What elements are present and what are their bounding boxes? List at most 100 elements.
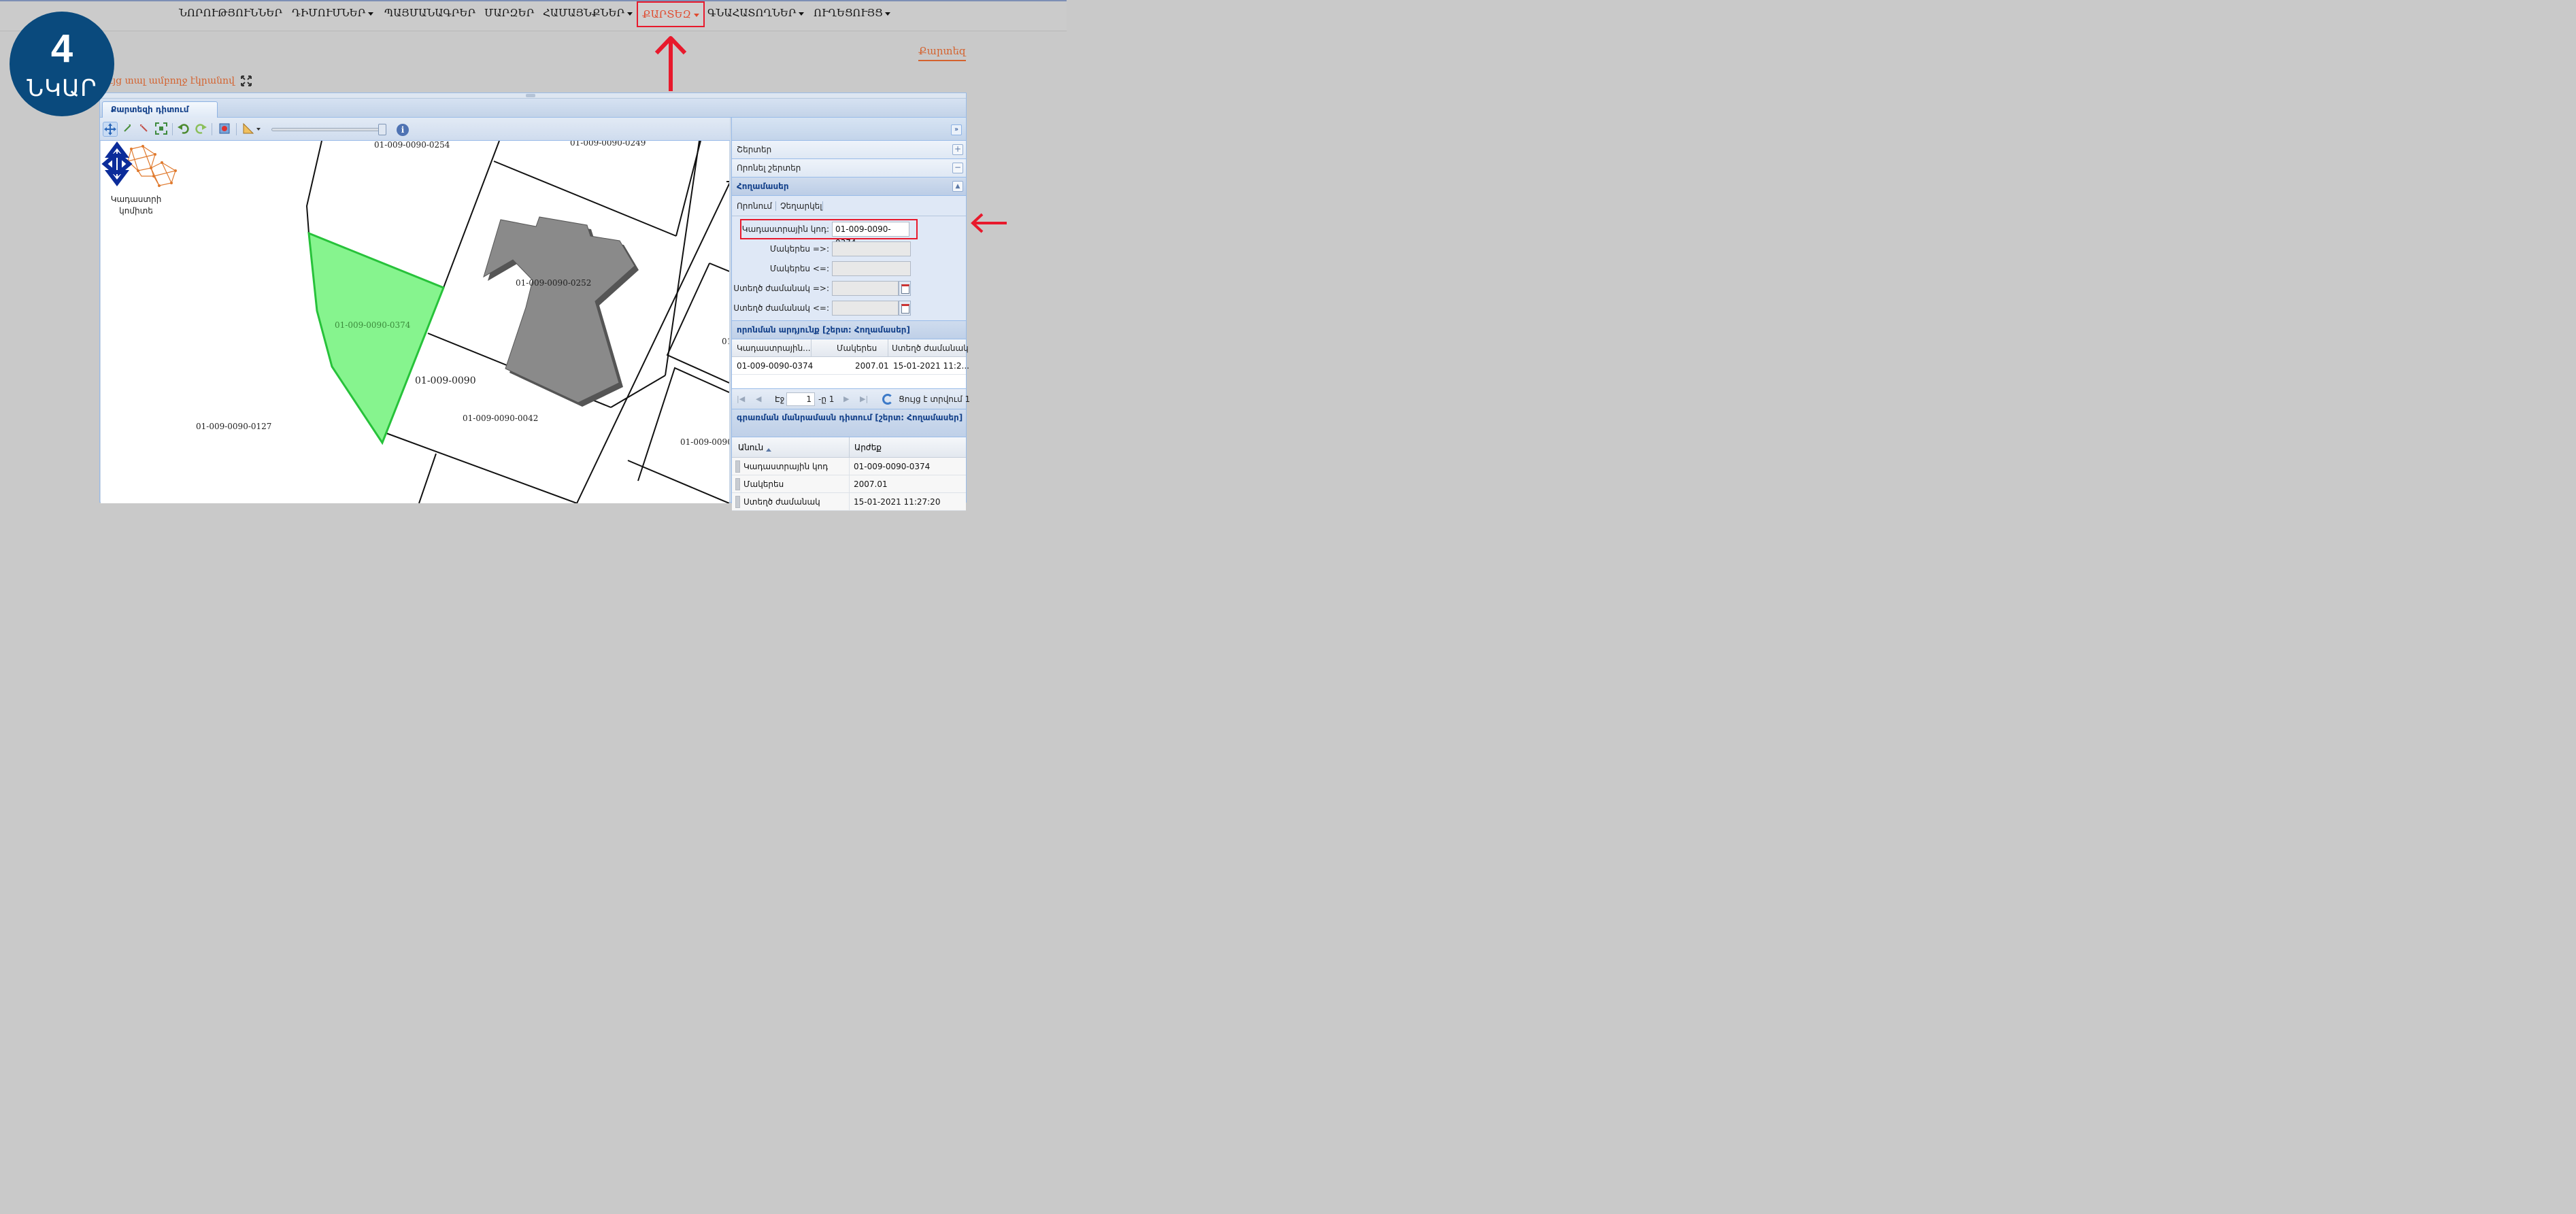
toolbar-separator: [822, 201, 823, 211]
detail-row[interactable]: Մակերես 2007.01: [732, 475, 966, 493]
table-row[interactable]: 01-009-0090-0374 2007.01 15-01-2021 11:2…: [732, 357, 969, 375]
nav-item-communities[interactable]: ՀԱՄԱՅՆՔՆԵՐ: [543, 5, 633, 23]
fullscreen-link[interactable]: ույց տալ ամբողջ էկրանով: [102, 75, 252, 87]
nav-item-news[interactable]: ՆՈՐՈՒԹՅՈՒՆՆԵՐ: [179, 5, 282, 23]
column-header[interactable]: Կադաստրային...: [737, 343, 811, 353]
page-number-input[interactable]: 1: [786, 392, 815, 406]
zoom-out-tool-icon[interactable]: [137, 122, 152, 137]
area-gte-row: Մակերես =>:: [732, 241, 967, 258]
created-lte-input[interactable]: [832, 301, 899, 316]
nav-item-appraisers[interactable]: ԳՆԱՀԱՏՈՂՆԵՐ: [707, 5, 805, 23]
column-header-name[interactable]: Անուն: [738, 443, 772, 452]
step-number: 4: [50, 27, 73, 71]
toolbar-separator: [172, 123, 173, 135]
row-marker: [735, 460, 740, 473]
search-form: Կադաստրային կոդ: 01-009-0090-0374 Մակերե…: [732, 216, 966, 320]
nav-label: ՀԱՄԱՅՆՔՆԵՐ: [543, 7, 625, 19]
accordion-label: Շերտեր: [737, 145, 772, 154]
accordion-layers[interactable]: Շերտեր +: [732, 141, 966, 159]
annotation-arrow-left-icon: [971, 213, 1007, 233]
nav-label: ՆՈՐՈՒԹՅՈՒՆՆԵՐ: [179, 7, 282, 19]
column-header[interactable]: Ստեղծ ժամանակ: [892, 343, 969, 353]
calendar-icon[interactable]: [899, 301, 911, 316]
pager-status: Ցույց է տրվում 1: [899, 394, 971, 404]
nav-label: ՈՒՂԵՑՈՒՅՑ: [814, 7, 883, 19]
detail-title: գրառման մանրամասն դիտում [շերտ: Հողամասե…: [732, 409, 966, 437]
dropdown-caret-icon: [885, 12, 891, 16]
parcel-map: 01-009-0090-0254 01-009-0090-0249 01-009…: [196, 141, 729, 503]
detail-row[interactable]: Կադաստրային կոդ 01-009-0090-0374: [732, 458, 966, 475]
area-lte-input[interactable]: [832, 261, 911, 276]
top-navigation: ՆՈՐՈՒԹՅՈՒՆՆԵՐ ԴԻՄՈՒՄՆԵՐ ՊԱՅՄԱՆԱԳՐԵՐ ՄԱՐԶ…: [0, 0, 1067, 31]
selected-parcel[interactable]: [307, 231, 445, 445]
column-header[interactable]: Մակերես: [837, 343, 877, 353]
cell-code: 01-009-0090-0374: [737, 361, 814, 371]
column-separator: [849, 437, 850, 458]
next-page-icon[interactable]: ▶: [843, 394, 849, 403]
accordion-search-layers[interactable]: Որոնել շերտեր −: [732, 159, 966, 178]
field-label: Ստեղծ ժամանակ =>:: [733, 284, 829, 293]
nav-item-applications[interactable]: ԴԻՄՈՒՄՆԵՐ: [292, 5, 374, 23]
parcel-boundary: [675, 141, 701, 237]
nav-label: ՊԱՅՄԱՆԱԳՐԵՐ: [384, 7, 476, 19]
cancel-button[interactable]: Չեղարկել: [780, 201, 822, 211]
info-icon[interactable]: i: [397, 124, 409, 136]
zoom-slider[interactable]: [271, 124, 386, 135]
collapse-up-icon[interactable]: ▲: [952, 181, 963, 192]
page-of-label: -ը 1: [818, 394, 835, 404]
search-button[interactable]: Որոնում: [737, 201, 772, 211]
calendar-icon[interactable]: [899, 281, 911, 296]
undo-icon[interactable]: [176, 122, 191, 137]
accordion-parcels[interactable]: Հողամասեր ▲: [732, 178, 966, 196]
nav-item-contracts[interactable]: ՊԱՅՄԱՆԱԳՐԵՐ: [384, 5, 475, 23]
pan-tool-icon[interactable]: [103, 122, 118, 137]
prev-page-icon[interactable]: ◀: [756, 394, 761, 403]
detail-name: Մակերես: [743, 479, 784, 489]
detail-name: Կադաստրային կոդ: [743, 462, 829, 471]
detail-name: Ստեղծ ժամանակ: [743, 497, 820, 507]
nav-item-guide[interactable]: ՈՒՂԵՑՈՒՅՑ: [814, 5, 891, 23]
collapse-icon[interactable]: −: [952, 163, 963, 173]
panel-splitter[interactable]: [100, 93, 966, 99]
right-panel: » Շերտեր + Որոնել շերտեր − Հողամասեր ▲ Ո…: [731, 118, 970, 511]
zoom-extent-icon[interactable]: [154, 122, 169, 137]
map-page-link[interactable]: Քարտեզ: [918, 45, 967, 61]
splitter-handle[interactable]: [526, 94, 535, 97]
panel-header: »: [732, 118, 966, 141]
map-toolbar: i: [100, 118, 730, 141]
toolbar-separator: [775, 201, 776, 211]
zoom-in-tool-icon[interactable]: [120, 122, 135, 137]
map-canvas[interactable]: 01-009-0090-0254 01-009-0090-0249 01-009…: [101, 141, 729, 503]
nav-item-map[interactable]: ՔԱՐՏԵԶ: [637, 1, 705, 27]
area-gte-input[interactable]: [832, 241, 911, 256]
parcel-label: 01-009-0090-0127: [196, 422, 271, 431]
parcel-boundary: [637, 367, 729, 482]
measure-tool-icon[interactable]: [241, 122, 262, 137]
cell-area: 2007.01: [855, 361, 889, 371]
fullscreen-label: ույց տալ ամբողջ էկրանով: [102, 75, 235, 86]
grid-empty-space: [732, 375, 966, 388]
column-header-value[interactable]: Արժեք: [854, 443, 882, 452]
first-page-icon[interactable]: |◀: [737, 394, 745, 403]
row-marker: [735, 478, 740, 490]
map-tab-strip: Քարտեզի դիտում: [100, 99, 966, 118]
expand-icon[interactable]: +: [952, 144, 963, 155]
pan-navigator-icon[interactable]: [101, 141, 133, 187]
tab-map-view[interactable]: Քարտեզի դիտում: [102, 101, 218, 118]
sort-ascending-icon: [766, 448, 772, 452]
zoom-slider-thumb[interactable]: [378, 124, 386, 135]
detail-row[interactable]: Ստեղծ ժամանակ 15-01-2021 11:27:20: [732, 493, 966, 511]
nav-item-regions[interactable]: ՄԱՐԶԵՐ: [484, 5, 534, 23]
redo-icon[interactable]: [193, 122, 208, 137]
select-feature-icon[interactable]: [217, 122, 232, 137]
created-gte-input[interactable]: [832, 281, 899, 296]
step-badge: 4 ՆԿԱՐ: [10, 12, 114, 116]
parcel-boundary: [666, 263, 729, 384]
column-header-label: Անուն: [738, 443, 764, 452]
refresh-icon[interactable]: [882, 394, 893, 405]
last-page-icon[interactable]: ▶|: [860, 394, 868, 403]
collapse-panel-icon[interactable]: »: [951, 124, 962, 135]
cadastral-code-row: Կադաստրային կոդ: 01-009-0090-0374: [732, 222, 967, 248]
detail-value: 01-009-0090-0374: [854, 462, 931, 471]
cadastral-code-input[interactable]: 01-009-0090-0374: [832, 222, 909, 248]
